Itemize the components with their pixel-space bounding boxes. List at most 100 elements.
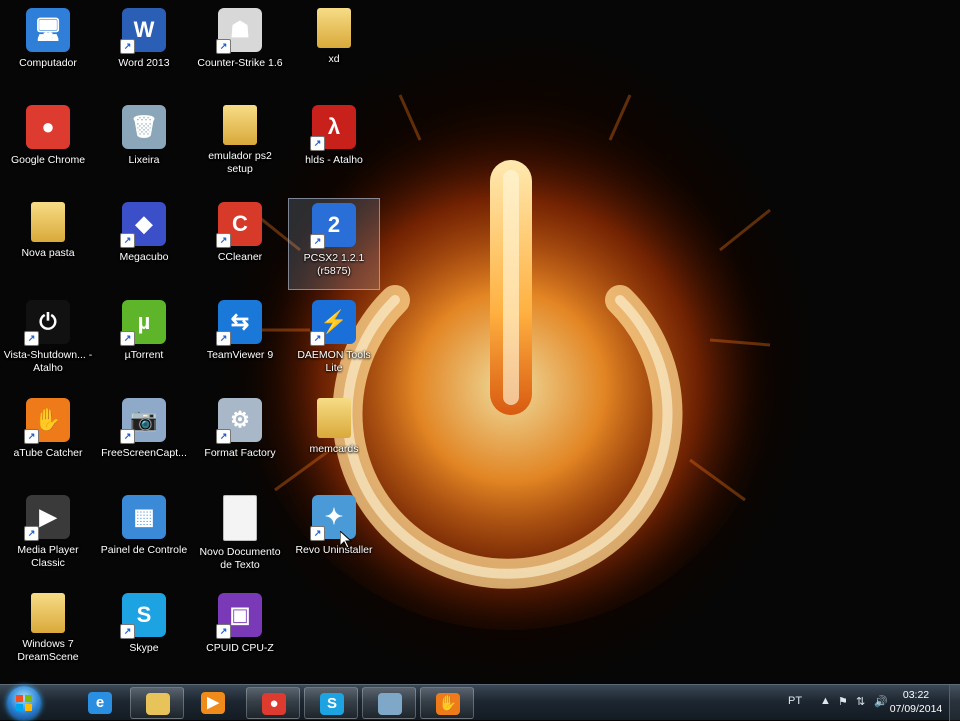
action-center-flag-icon[interactable]: ⚑: [838, 695, 848, 708]
atube-icon: ✋ ↗: [24, 398, 70, 444]
counter-strike-icon: ☗ ↗: [216, 8, 262, 54]
desktop-icon[interactable]: ▦ Painel de Controle: [98, 491, 190, 583]
desktop-icon[interactable]: Windows 7 DreamScene: [2, 589, 94, 681]
cpuz-icon: ▣ ↗: [216, 593, 262, 639]
media-player-icon: ▶ ↗: [24, 495, 70, 541]
desktop-icon[interactable]: ⇆ ↗ TeamViewer 9: [194, 296, 286, 388]
desktop-icon[interactable]: W ↗ Word 2013: [98, 4, 190, 96]
shortcut-arrow-icon: ↗: [216, 624, 231, 639]
desktop-icon[interactable]: ● Google Chrome: [2, 101, 94, 193]
desktop-icon-label: Google Chrome: [10, 154, 86, 166]
taskbar-button[interactable]: [362, 687, 416, 719]
control-panel-icon: ▦: [122, 495, 166, 539]
computer-icon: 🖥: [26, 8, 70, 52]
desktop-icon-label: Revo Uninstaller: [295, 544, 373, 556]
clock[interactable]: 03:22 07/09/2014: [884, 688, 948, 716]
shortcut-arrow-icon: ↗: [120, 233, 135, 248]
chrome-icon: ●: [26, 105, 70, 149]
file-explorer-icon: [146, 693, 170, 715]
desktop-icon-label: Painel de Controle: [100, 544, 188, 556]
desktop-icon[interactable]: ▣ ↗ CPUID CPU-Z: [194, 589, 286, 681]
show-desktop-button[interactable]: [949, 685, 960, 721]
desktop-icon-label: CCleaner: [217, 251, 263, 263]
shortcut-arrow-icon: ↗: [24, 429, 39, 444]
camera-icon: 📷 ↗: [120, 398, 166, 444]
desktop-icon-label: Vista-Shutdown... - Atalho: [3, 349, 93, 374]
desktop-icon-label: Novo Documento de Texto: [199, 546, 281, 571]
window-icon: [378, 693, 402, 715]
skype-icon: S ↗: [120, 593, 166, 639]
mouse-cursor-icon: [340, 531, 352, 549]
desktop-icon[interactable]: C ↗ CCleaner: [194, 198, 286, 290]
taskbar-button[interactable]: S: [304, 687, 358, 719]
desktop-icon-label: DAEMON Tools Lite: [297, 349, 371, 374]
desktop-icon-label: Media Player Classic: [17, 544, 79, 569]
desktop-icon[interactable]: ✦ ↗ Revo Uninstaller: [288, 491, 380, 583]
desktop-icon-label: Nova pasta: [21, 247, 75, 259]
desktop-icon-label: CPUID CPU-Z: [206, 642, 274, 654]
taskbar-button[interactable]: e: [73, 687, 127, 719]
ccleaner-icon: C ↗: [216, 202, 262, 248]
desktop-icon-label: µTorrent: [124, 349, 164, 361]
folder-icon: [31, 202, 65, 242]
recycle-bin-icon: 🗑: [122, 105, 166, 149]
text-document-icon: [223, 495, 257, 541]
desktop-icon[interactable]: Novo Documento de Texto: [194, 491, 286, 583]
shortcut-arrow-icon: ↗: [120, 624, 135, 639]
windows-start-icon[interactable]: [7, 686, 41, 720]
clock-time: 03:22: [902, 689, 930, 701]
desktop-icon[interactable]: ☗ ↗ Counter-Strike 1.6: [194, 4, 286, 96]
power-icon: ⏻ ↗: [24, 300, 70, 346]
desktop-icon-label: TeamViewer 9: [206, 349, 274, 361]
desktop-icon[interactable]: Nova pasta: [2, 198, 94, 290]
language-indicator[interactable]: PT: [788, 695, 802, 707]
desktop-icon-label: hlds - Atalho: [305, 154, 363, 166]
desktop-icon[interactable]: ⚡ ↗ DAEMON Tools Lite: [288, 296, 380, 388]
desktop-icon[interactable]: ⚙ ↗ Format Factory: [194, 394, 286, 486]
chrome-icon: ●: [262, 693, 286, 715]
desktop-icon[interactable]: emulador ps2 setup: [194, 101, 286, 193]
desktop[interactable]: 🖥 Computador ● Google Chrome Nova pasta ⏻ ↗ Vis…: [0, 0, 960, 684]
desktop-icon[interactable]: ▶ ↗ Media Player Classic: [2, 491, 94, 583]
taskbar-button[interactable]: ▶: [186, 687, 240, 719]
taskbar-button[interactable]: ●: [246, 687, 300, 719]
network-icon[interactable]: ⇅: [856, 695, 865, 708]
shortcut-arrow-icon: ↗: [216, 39, 231, 54]
shortcut-arrow-icon: ↗: [24, 526, 39, 541]
desktop-icon[interactable]: S ↗ Skype: [98, 589, 190, 681]
shortcut-arrow-icon: ↗: [310, 136, 325, 151]
desktop-icon-label: Word 2013: [118, 57, 170, 69]
desktop-icon[interactable]: 📷 ↗ FreeScreenCapt...: [98, 394, 190, 486]
taskbar: e ▶ ● S ✋ PT ▲ ⚑ ⇅ 🔊 03:22 07/09/2014: [0, 684, 960, 721]
teamviewer-icon: ⇆ ↗: [216, 300, 262, 346]
shortcut-arrow-icon: ↗: [310, 234, 325, 249]
desktop-icon-label: memcards: [309, 443, 359, 455]
desktop-icon-label: Counter-Strike 1.6: [197, 57, 283, 69]
desktop-icon[interactable]: ◆ ↗ Megacubo: [98, 198, 190, 290]
desktop-icon[interactable]: xd: [288, 4, 380, 96]
desktop-icon[interactable]: ⏻ ↗ Vista-Shutdown... - Atalho: [2, 296, 94, 388]
shortcut-arrow-icon: ↗: [120, 429, 135, 444]
skype-icon: S: [320, 693, 344, 715]
taskbar-button[interactable]: [130, 687, 184, 719]
folder-icon: [31, 593, 65, 633]
shortcut-arrow-icon: ↗: [120, 331, 135, 346]
internet-explorer-icon: e: [88, 692, 112, 714]
desktop-icon[interactable]: µ ↗ µTorrent: [98, 296, 190, 388]
desktop-icon[interactable]: 2 ↗ PCSX2 1.2.1 (r5875): [288, 198, 380, 290]
word-icon: W ↗: [120, 8, 166, 54]
atube-icon: ✋: [436, 693, 460, 715]
desktop-icon[interactable]: 🖥 Computador: [2, 4, 94, 96]
desktop-icon[interactable]: 🗑 Lixeira: [98, 101, 190, 193]
system-tray: PT ▲ ⚑ ⇅ 🔊 03:22 07/09/2014: [750, 685, 960, 721]
desktop-icon[interactable]: memcards: [288, 394, 380, 486]
desktop-icon-label: Megacubo: [119, 251, 169, 263]
show-hidden-icons-icon[interactable]: ▲: [820, 695, 831, 707]
shortcut-arrow-icon: ↗: [310, 526, 325, 541]
desktop-icon-label: aTube Catcher: [13, 447, 83, 459]
desktop-icon-label: PCSX2 1.2.1 (r5875): [303, 252, 365, 277]
desktop-icon[interactable]: ✋ ↗ aTube Catcher: [2, 394, 94, 486]
desktop-icon[interactable]: λ ↗ hlds - Atalho: [288, 101, 380, 193]
taskbar-button[interactable]: ✋: [420, 687, 474, 719]
media-player-icon: ▶: [201, 692, 225, 714]
